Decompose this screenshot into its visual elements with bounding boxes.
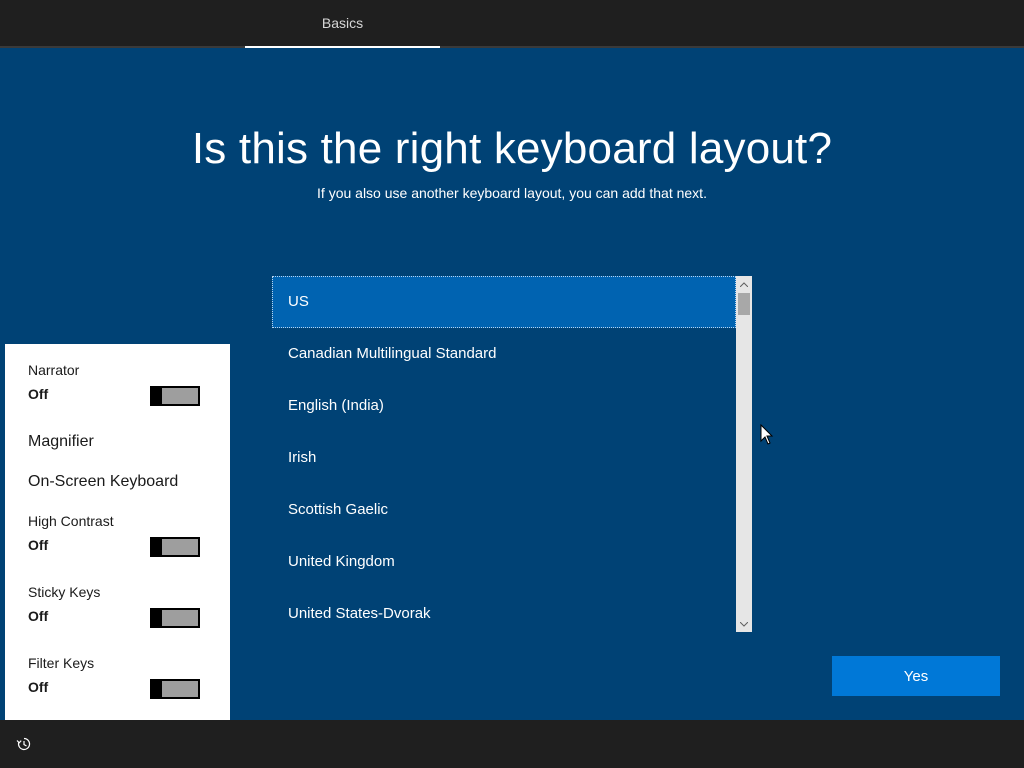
narrator-label: Narrator [28, 362, 80, 378]
magnifier-link[interactable]: Magnifier [28, 433, 208, 451]
page-subtitle: If you also use another keyboard layout,… [317, 185, 707, 201]
onscreen-keyboard-link[interactable]: On-Screen Keyboard [28, 473, 208, 491]
narrator-setting: Narrator Off [28, 362, 208, 406]
yes-button[interactable]: Yes [832, 656, 1000, 696]
ease-of-access-icon[interactable] [16, 736, 32, 752]
toggle-knob [152, 610, 162, 626]
toggle-knob [152, 539, 162, 555]
scroll-down-arrow-icon[interactable] [736, 616, 752, 632]
layout-item-english-india[interactable]: English (India) [272, 380, 736, 432]
sticky-keys-setting: Sticky Keys Off [28, 584, 208, 628]
toggle-knob [152, 681, 162, 697]
list-scrollbar[interactable] [736, 276, 752, 632]
layout-item-united-kingdom[interactable]: United Kingdom [272, 536, 736, 588]
scrollbar-thumb[interactable] [738, 293, 750, 315]
layout-item-scottish-gaelic[interactable]: Scottish Gaelic [272, 484, 736, 536]
sticky-keys-toggle[interactable] [150, 608, 200, 628]
toggle-knob [152, 388, 162, 404]
accessibility-panel: Narrator Off Magnifier On-Screen Keyboar… [5, 344, 230, 720]
mouse-cursor-icon [760, 424, 774, 445]
layout-item-united-states-dvorak[interactable]: United States-Dvorak [272, 588, 736, 632]
layout-item-us[interactable]: US [272, 276, 736, 328]
keyboard-layout-list[interactable]: US Canadian Multilingual Standard Englis… [272, 276, 752, 632]
layout-item-irish[interactable]: Irish [272, 432, 736, 484]
filter-keys-setting: Filter Keys Off [28, 655, 208, 699]
scroll-up-arrow-icon[interactable] [736, 276, 752, 292]
tab-basics[interactable]: Basics [245, 0, 440, 48]
narrator-toggle[interactable] [150, 386, 200, 406]
high-contrast-setting: High Contrast Off [28, 513, 208, 557]
filter-keys-toggle[interactable] [150, 679, 200, 699]
filter-keys-label: Filter Keys [28, 655, 95, 671]
high-contrast-label: High Contrast [28, 513, 114, 529]
bottom-bar [0, 720, 1024, 768]
sticky-keys-label: Sticky Keys [28, 584, 101, 600]
top-bar: Basics [0, 0, 1024, 48]
page-title: Is this the right keyboard layout? [191, 124, 833, 173]
high-contrast-toggle[interactable] [150, 537, 200, 557]
layout-item-canadian-multilingual[interactable]: Canadian Multilingual Standard [272, 328, 736, 380]
